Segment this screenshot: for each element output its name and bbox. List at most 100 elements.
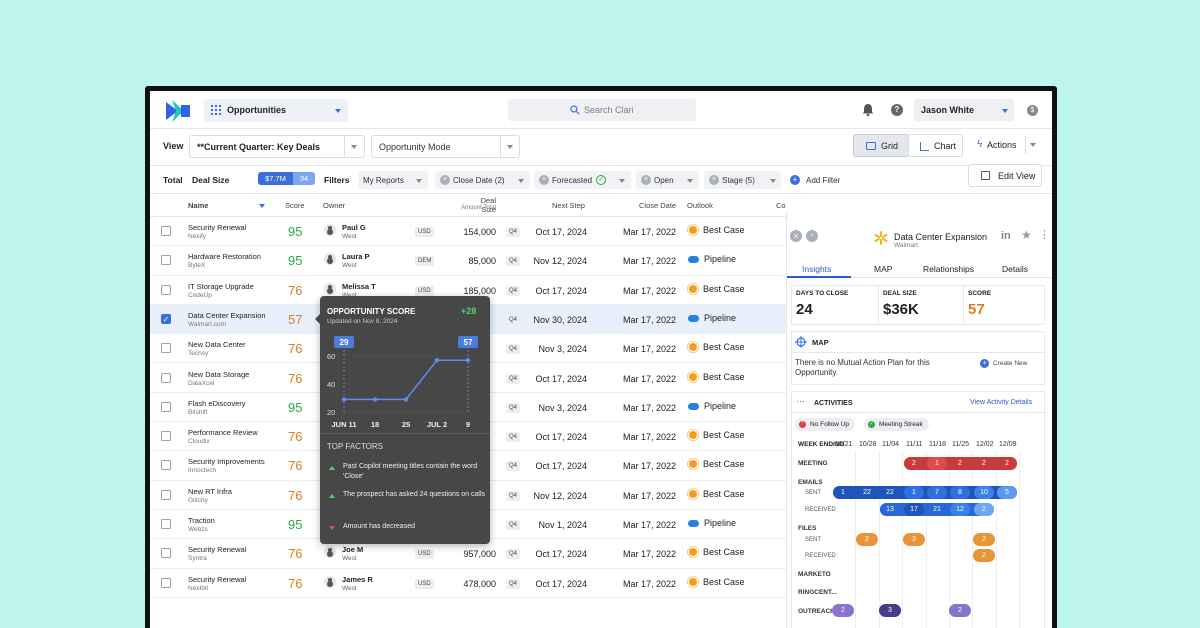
star-icon[interactable]: ★ [1021, 228, 1032, 242]
opportunity-name[interactable]: Security Renewal [188, 223, 246, 232]
row-checkbox[interactable] [161, 284, 171, 295]
header-close-date[interactable]: Close Date [639, 201, 676, 210]
row-checkbox[interactable] [161, 577, 171, 588]
filter-open[interactable]: × Open [636, 171, 699, 189]
currency-icon[interactable]: $ [1027, 105, 1038, 116]
tab-insights[interactable]: Insights [802, 264, 831, 274]
opportunity-score[interactable]: 95 [288, 253, 302, 268]
opportunity-score[interactable]: 76 [288, 371, 302, 386]
total-badge: $7.7M 34 [258, 172, 315, 185]
row-checkbox[interactable] [161, 372, 171, 383]
opportunity-score[interactable]: 76 [288, 576, 302, 591]
filter-close-date-label: Close Date (2) [453, 176, 505, 185]
remove-filter-icon[interactable]: × [641, 175, 651, 185]
collapse-icon[interactable]: › [806, 230, 818, 242]
remove-filter-icon[interactable]: × [709, 175, 719, 185]
table-row[interactable]: Hardware Restoration ByteX 95 Laura P West DE… [150, 246, 786, 276]
table-row[interactable]: Security Renewal Nexify 95 Paul G West USD 154… [150, 217, 786, 247]
opportunity-name[interactable]: Security Renewal [188, 575, 246, 584]
row-checkbox[interactable] [161, 460, 171, 471]
opportunity-name[interactable]: Traction [188, 516, 215, 525]
linkedin-icon[interactable]: in [1001, 230, 1011, 242]
row-checkbox[interactable]: ✓ [161, 313, 171, 324]
filter-stage[interactable]: × Stage (5) [704, 171, 781, 189]
row-checkbox[interactable] [161, 343, 171, 354]
opportunity-name[interactable]: Flash eDiscovery [188, 399, 246, 408]
outreach-count[interactable]: 3 [879, 604, 901, 617]
opportunity-name[interactable]: Security Renewal [188, 545, 246, 554]
filter-forecasted[interactable]: × Forecasted ✓ [534, 171, 631, 189]
mode-selector[interactable]: Opportunity Mode [371, 135, 520, 158]
tab-relationships[interactable]: Relationships [923, 264, 974, 274]
header-outlook[interactable]: Outlook [687, 201, 713, 210]
search-input[interactable]: Search Clari [508, 99, 696, 121]
outlook-label: Best Case [703, 547, 745, 558]
opportunity-score[interactable]: 76 [288, 488, 302, 503]
filter-stage-label: Stage (5) [722, 176, 755, 185]
opportunity-score[interactable]: 76 [288, 283, 302, 298]
files_received-count[interactable]: 2 [973, 549, 995, 562]
bell-icon[interactable] [862, 103, 874, 116]
outlook: Best Case [688, 489, 745, 499]
close-icon[interactable]: × [790, 230, 802, 242]
chart-button[interactable]: Chart [908, 134, 963, 157]
opportunity-name[interactable]: Security Improvements [188, 457, 265, 466]
opportunity-score[interactable]: 95 [288, 400, 302, 415]
tab-details[interactable]: Details [1002, 264, 1028, 274]
opportunity-name[interactable]: Data Center Expansion [188, 311, 266, 320]
row-checkbox[interactable] [161, 255, 171, 266]
opportunity-score[interactable]: 76 [288, 429, 302, 444]
opportunity-score[interactable]: 95 [288, 224, 302, 239]
opportunity-name[interactable]: New Data Storage [188, 370, 249, 379]
tooltip-updated: Updated on Nov 8, 2024 [327, 318, 398, 325]
files_sent-count[interactable]: 2 [973, 533, 995, 546]
chevron-down-icon [1030, 143, 1036, 147]
row-checkbox[interactable] [161, 519, 171, 529]
more-icon[interactable]: ⋮ [1039, 228, 1050, 241]
row-checkbox[interactable] [161, 401, 171, 412]
grid-button[interactable]: Grid [853, 134, 909, 157]
row-checkbox[interactable] [161, 489, 171, 500]
actions-button[interactable]: ϟ Actions [970, 134, 1042, 157]
header-score[interactable]: Score [285, 201, 305, 210]
opportunity-score[interactable]: 76 [288, 341, 302, 356]
opportunity-name[interactable]: IT Storage Upgrade [188, 282, 254, 291]
clari-logo[interactable] [164, 100, 192, 122]
row-checkbox[interactable] [161, 548, 171, 559]
opportunity-score[interactable]: 76 [288, 458, 302, 473]
opportunity-name[interactable]: Hardware Restoration [188, 252, 261, 261]
module-selector[interactable]: Opportunities [204, 99, 348, 122]
opportunity-name[interactable]: New Data Center [188, 340, 246, 349]
row-checkbox[interactable] [161, 431, 171, 442]
remove-filter-icon[interactable]: × [539, 175, 549, 185]
sort-desc-icon[interactable] [259, 204, 265, 208]
create-map-button[interactable]: + Create New [980, 359, 1027, 368]
outreach-count[interactable]: 2 [832, 604, 854, 617]
opportunity-score[interactable]: 95 [288, 517, 302, 532]
files_sent-count[interactable]: 3 [903, 533, 925, 546]
files_sent-count[interactable]: 2 [856, 533, 878, 546]
filter-my-reports[interactable]: My Reports [358, 171, 428, 189]
header-owner[interactable]: Owner [323, 201, 345, 210]
user-menu[interactable]: Jason White [914, 99, 1014, 121]
help-icon[interactable]: ? [891, 104, 903, 116]
emails-label: EMAILS [798, 479, 823, 486]
outreach-count[interactable]: 2 [949, 604, 971, 617]
add-filter-button[interactable]: + Add Filter [786, 171, 846, 189]
filter-close-date[interactable]: × Close Date (2) [435, 171, 530, 189]
header-next-step[interactable]: Next Step [552, 201, 585, 210]
header-extra[interactable]: Co [776, 201, 786, 210]
table-row[interactable]: Security Renewal Nextbit 76 James R West USD 4… [150, 569, 786, 598]
header-name[interactable]: Name [188, 201, 208, 210]
opportunity-score[interactable]: 76 [288, 546, 302, 561]
opportunity-score[interactable]: 57 [288, 312, 302, 327]
edit-view-button[interactable]: Edit View [968, 164, 1042, 187]
opportunity-name[interactable]: Performance Review [188, 428, 258, 437]
view-selector[interactable]: **Current Quarter: Key Deals [189, 135, 365, 158]
row-checkbox[interactable] [161, 226, 171, 236]
opportunity-name[interactable]: New RT Infra [188, 487, 232, 496]
tab-map[interactable]: MAP [874, 264, 892, 274]
account-name: Innoctech [188, 467, 217, 475]
remove-filter-icon[interactable]: × [440, 175, 450, 185]
top-bar: Opportunities Search Clari ? Jason White… [150, 91, 1052, 129]
